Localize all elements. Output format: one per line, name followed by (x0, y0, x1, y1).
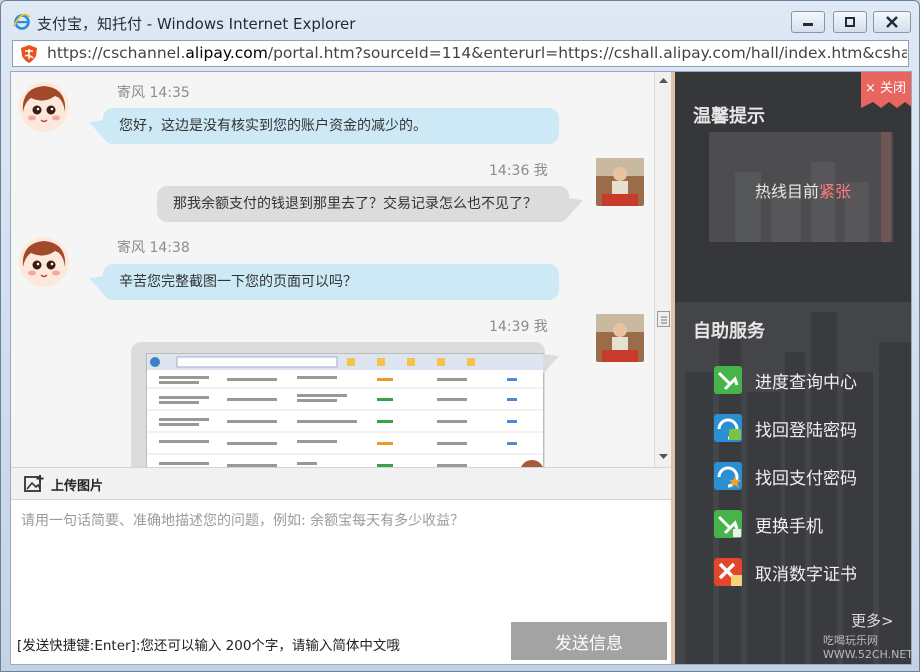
alipay-shield-icon (21, 45, 37, 63)
input-hint: [发送快捷键:Enter]:您还可以输入 200个字，请输入简体中文哦 (17, 638, 400, 654)
scroll-down-icon[interactable] (655, 451, 671, 463)
more-link[interactable]: 更多> (851, 610, 894, 631)
address-bar[interactable]: https://cschannel.alipay.com/portal.htm?… (12, 40, 909, 67)
chat-scrollbar[interactable] (654, 72, 671, 467)
scroll-up-icon[interactable] (655, 74, 671, 86)
my-avatar (596, 158, 644, 206)
scroll-thumb[interactable] (657, 311, 670, 327)
transaction-screenshot-thumbnail[interactable] (146, 353, 544, 467)
login-password-icon (714, 414, 742, 442)
internet-explorer-icon (13, 13, 31, 30)
cartoon-girl-avatar-icon (19, 82, 69, 132)
child-photo-avatar-icon (596, 158, 644, 206)
service-change-phone[interactable]: 更换手机 (713, 507, 823, 541)
close-sidebar-button[interactable]: × 关闭 (865, 77, 906, 96)
message-meta: 14:39 我 (489, 319, 548, 335)
my-image-message[interactable] (131, 342, 545, 467)
cancel-certificate-icon (714, 558, 742, 586)
self-service-title: 自助服务 (693, 321, 765, 342)
close-window-button[interactable] (873, 11, 911, 33)
progress-query-icon (714, 366, 742, 394)
agent-avatar (19, 237, 69, 287)
service-progress-query[interactable]: 进度查询中心 (713, 363, 857, 397)
page-content: 寄风 14:35 您好，这边是没有核实到您的账户资金的减少的。 14:36 我 … (10, 71, 912, 665)
url-text[interactable]: https://cschannel.alipay.com/portal.htm?… (47, 44, 907, 62)
change-phone-icon (714, 510, 742, 538)
child-photo-avatar-icon (596, 314, 644, 362)
site-watermark: 吃喝玩乐网 WWW.52CH.NET (823, 634, 912, 661)
cartoon-girl-avatar-icon (19, 237, 69, 287)
upload-toolbar: 上传图片 (11, 467, 671, 500)
pay-password-icon (714, 462, 742, 490)
minimize-button[interactable] (791, 11, 825, 33)
screenshot-image-icon (147, 354, 543, 467)
service-retrieve-login-password[interactable]: 找回登陆密码 (713, 411, 857, 445)
chat-history: 寄风 14:35 您好，这边是没有核实到您的账户资金的减少的。 14:36 我 … (11, 72, 671, 467)
restore-icon (845, 17, 855, 27)
close-icon (886, 16, 898, 28)
window-title: 支付宝，知托付 - Windows Internet Explorer (37, 15, 356, 33)
upload-image-button[interactable]: 上传图片 (51, 475, 103, 494)
my-message-bubble: 那我余额支付的钱退到那里去了？交易记录怎么也不见了？ (157, 186, 569, 222)
title-bar[interactable]: 支付宝，知托付 - Windows Internet Explorer (1, 1, 919, 37)
agent-avatar (19, 82, 69, 132)
message-meta: 14:36 我 (489, 163, 548, 179)
minimize-icon (803, 23, 813, 26)
help-sidebar: × 关闭 温馨提示 热线目前紧张 自助服务 进度查询中心 找回登陆密码 找回支付… (675, 72, 912, 664)
agent-message-bubble: 您好，这边是没有核实到您的账户资金的减少的。 (103, 108, 559, 144)
service-retrieve-pay-password[interactable]: 找回支付密码 (713, 459, 857, 493)
message-meta: 寄风 14:38 (117, 240, 190, 256)
agent-message-bubble: 辛苦您完整截图一下您的页面可以吗？ (103, 264, 559, 300)
upload-image-icon[interactable] (24, 474, 44, 494)
message-input[interactable] (21, 508, 661, 618)
message-meta: 寄风 14:35 (117, 85, 190, 101)
tips-title: 温馨提示 (693, 106, 765, 127)
my-avatar (596, 314, 644, 362)
hotline-status-text: 热线目前紧张 (755, 182, 852, 201)
service-cancel-certificate[interactable]: 取消数字证书 (713, 555, 857, 589)
maximize-button[interactable] (833, 11, 867, 33)
browser-window: 支付宝，知托付 - Windows Internet Explorer http… (0, 0, 920, 672)
grip-icon (661, 316, 667, 324)
send-message-button[interactable]: 发送信息 (511, 622, 667, 660)
